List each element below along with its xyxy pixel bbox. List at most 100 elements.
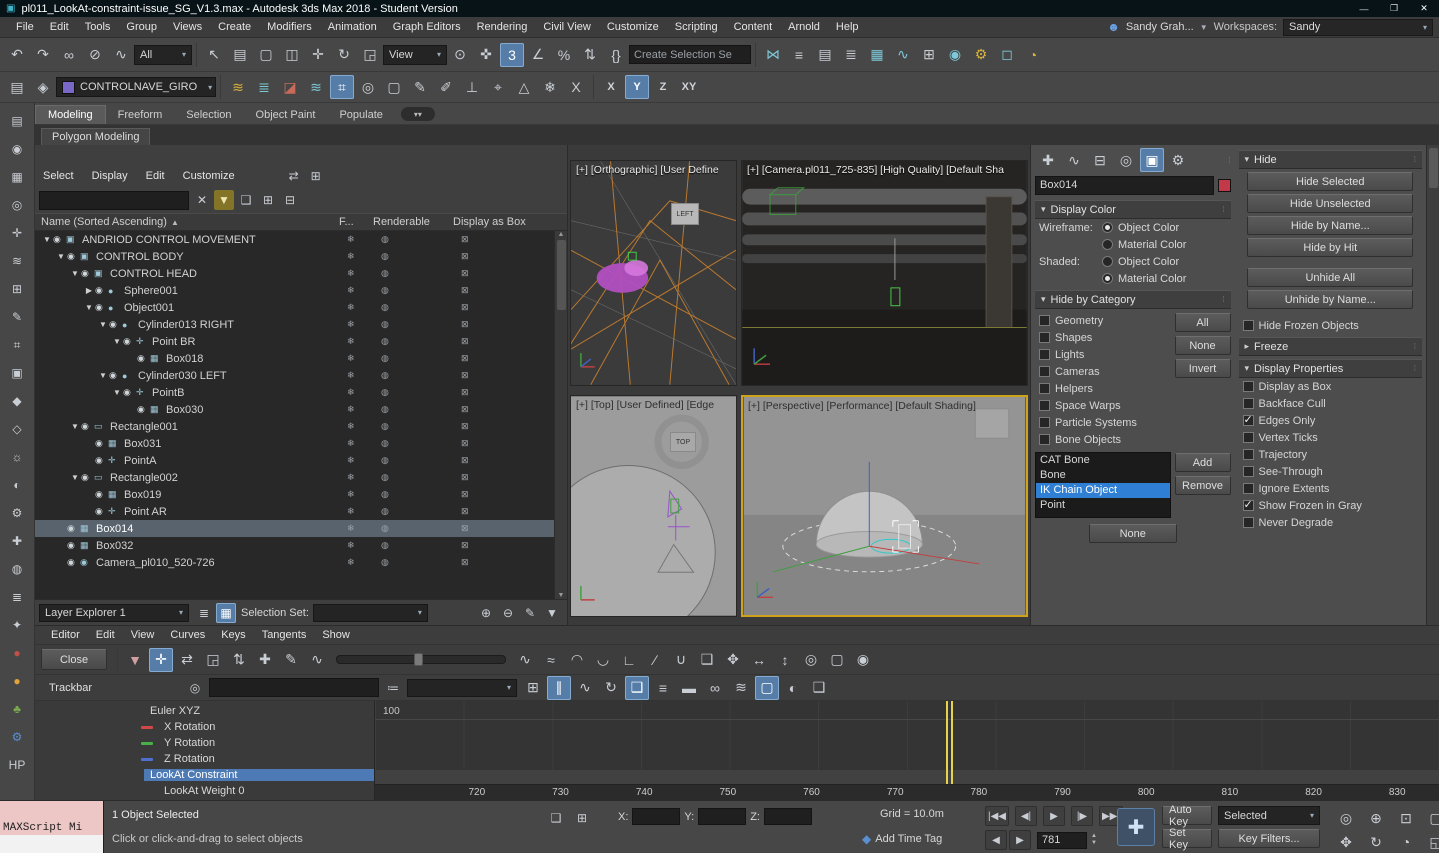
track-view-menu-item[interactable]: Show — [314, 629, 358, 641]
visibility-icon[interactable] — [67, 540, 80, 551]
set-tangents-slow-icon[interactable]: ◡ — [591, 648, 615, 672]
selection-set-dropdown[interactable] — [313, 604, 428, 622]
editor-name-field[interactable]: Trackbar — [41, 678, 181, 697]
zoom-value-icon[interactable]: ◎ — [185, 678, 205, 698]
dock-icon[interactable]: ◐ — [5, 473, 29, 497]
menu-item[interactable]: Civil View — [535, 21, 598, 33]
column-name[interactable]: Name (Sorted Ascending)▲ — [35, 216, 339, 228]
viewport-top[interactable]: [+] [Top] [User Defined] [Edge TOP — [570, 395, 737, 617]
column-chooser-icon[interactable]: ⊞ — [306, 166, 326, 186]
layer-explorer-dropdown[interactable]: Layer Explorer 1 — [39, 604, 189, 622]
ribbon-tab[interactable]: Modeling — [35, 105, 106, 124]
category-button[interactable]: All — [1175, 313, 1231, 332]
display-as-box-cell[interactable] — [453, 472, 553, 483]
renderable-cell[interactable] — [373, 455, 453, 466]
grid-snap-icon[interactable]: ⌗ — [330, 75, 354, 99]
play-icon[interactable]: ▶ — [1043, 806, 1065, 826]
dock-icon[interactable]: ◍ — [5, 557, 29, 581]
viewport-label[interactable]: [+] [Orthographic] [User Define — [576, 164, 719, 176]
frozen-cell[interactable] — [339, 404, 373, 415]
align-icon[interactable]: ≡ — [787, 43, 811, 67]
region-keys-icon[interactable]: ▢ — [755, 676, 779, 700]
visibility-icon[interactable] — [81, 472, 94, 483]
hide-button[interactable]: Hide by Hit — [1247, 238, 1413, 257]
clear-search-icon[interactable]: ✕ — [192, 190, 212, 210]
display-as-box-cell[interactable] — [453, 455, 553, 466]
xview-icon[interactable]: X — [564, 75, 588, 99]
maxscript-mini-listener[interactable]: MAXScript Mi — [0, 801, 104, 853]
display-as-box-cell[interactable] — [453, 506, 553, 517]
tangent-slider[interactable] — [336, 655, 506, 664]
menu-item[interactable]: Animation — [320, 21, 385, 33]
x-coordinate-field[interactable] — [632, 808, 680, 825]
maximize-button[interactable]: ❐ — [1379, 0, 1409, 17]
axis-constraint-button[interactable]: Z — [651, 75, 675, 99]
panel-toggle-icon[interactable]: ▤ — [5, 75, 29, 99]
select-by-name-icon[interactable]: ▤ — [228, 43, 252, 67]
edit-tool-icon[interactable]: ✎ — [408, 75, 432, 99]
select-and-move-icon[interactable]: ✛ — [306, 43, 330, 67]
display-as-box-cell[interactable] — [453, 387, 553, 398]
rollout-display-properties[interactable]: Display Properties⁞ — [1239, 359, 1423, 378]
command-panel-scrollbar[interactable] — [1426, 145, 1439, 625]
frozen-cell[interactable] — [339, 438, 373, 449]
scene-row[interactable]: ◉ Camera_pl010_520-726 — [35, 554, 567, 571]
track-graph[interactable]: 100 720730740750760770780790800810820830 — [375, 701, 1439, 800]
menu-item[interactable]: Views — [165, 21, 210, 33]
viewport-label[interactable]: [+] [Camera.pl011_725-835] [High Quality… — [747, 164, 1004, 176]
track-item[interactable]: Euler XYZ — [35, 703, 374, 719]
stack-view-icon[interactable]: ≣ — [252, 75, 276, 99]
previous-frame-icon[interactable]: ◀| — [1015, 806, 1037, 826]
field-of-view-icon[interactable]: ◔ — [1394, 830, 1418, 853]
set-tangents-fast-icon[interactable]: ◠ — [565, 648, 589, 672]
visibility-icon[interactable] — [81, 421, 94, 432]
scene-row[interactable]: ▦ Box014 — [35, 520, 567, 537]
visibility-icon[interactable] — [95, 455, 108, 466]
ribbon-collapse-button[interactable]: ▾▾ — [401, 107, 435, 121]
workspace-dropdown[interactable]: Sandy — [1283, 19, 1433, 36]
scene-explorer-toggle-icon[interactable]: ▤ — [813, 43, 837, 67]
unhide-button[interactable]: Unhide All — [1247, 268, 1413, 287]
dock-icon[interactable]: ⌗ — [5, 333, 29, 357]
dock-icon[interactable]: ♣ — [5, 697, 29, 721]
undo-icon[interactable]: ↶ — [5, 43, 29, 67]
menu-item[interactable]: File — [8, 21, 42, 33]
lock-keys-icon[interactable]: ❑ — [625, 676, 649, 700]
visibility-icon[interactable] — [137, 353, 150, 364]
set-keys-button[interactable]: ✚ — [1117, 808, 1155, 846]
menu-item[interactable]: Graph Editors — [385, 21, 469, 33]
menu-item[interactable]: Edit — [42, 21, 77, 33]
expand-arrow-icon[interactable]: ▶ — [83, 286, 95, 295]
hide-button[interactable]: Hide Unselected — [1247, 194, 1413, 213]
add-button[interactable]: Add — [1175, 453, 1231, 472]
explorer-menu-item[interactable]: Select — [43, 170, 84, 182]
modifier-list-icon[interactable]: ≋ — [226, 75, 250, 99]
remove-selection-set-icon[interactable]: ⊖ — [498, 603, 518, 623]
track-view-menu-item[interactable]: Edit — [88, 629, 123, 641]
sync-selection-icon[interactable]: ⇄ — [284, 166, 304, 186]
triangle-tool-icon[interactable]: △ — [512, 75, 536, 99]
magnifier-icon[interactable]: ◎ — [356, 75, 380, 99]
rollout-hide-by-category[interactable]: Hide by Category⁞ — [1035, 290, 1231, 309]
hide-frozen-checkbox-row[interactable]: Hide Frozen Objects — [1239, 317, 1423, 334]
select-and-link-icon[interactable]: ∞ — [57, 43, 81, 67]
set-key-button[interactable]: Set Key — [1162, 829, 1212, 848]
display-as-box-cell[interactable] — [453, 285, 553, 296]
ribbon-tab[interactable]: Object Paint — [244, 106, 328, 124]
list-icon[interactable]: ≔ — [383, 678, 403, 698]
render-setup-icon[interactable]: ⚙ — [969, 43, 993, 67]
column-renderable[interactable]: Renderable — [373, 216, 453, 228]
previous-key-icon[interactable]: ◀ — [985, 830, 1007, 850]
select-and-rotate-icon[interactable]: ↻ — [332, 43, 356, 67]
snaps-toggle-icon[interactable]: 3 — [500, 43, 524, 67]
show-tangents-icon[interactable]: ∿ — [573, 676, 597, 700]
dock-icon[interactable]: ▤ — [5, 109, 29, 133]
display-as-box-cell[interactable] — [453, 336, 553, 347]
renderable-cell[interactable] — [373, 421, 453, 432]
display-property-row[interactable]: Trajectory — [1239, 446, 1423, 463]
track-view-menu-item[interactable]: View — [123, 629, 163, 641]
viewport-orthographic[interactable]: [+] [Orthographic] [User Define LEFT — [570, 160, 737, 386]
category-button[interactable]: None — [1175, 336, 1231, 355]
scale-keys-icon[interactable]: ◲ — [201, 648, 225, 672]
chevron-down-icon[interactable]: ▼ — [1200, 23, 1208, 32]
